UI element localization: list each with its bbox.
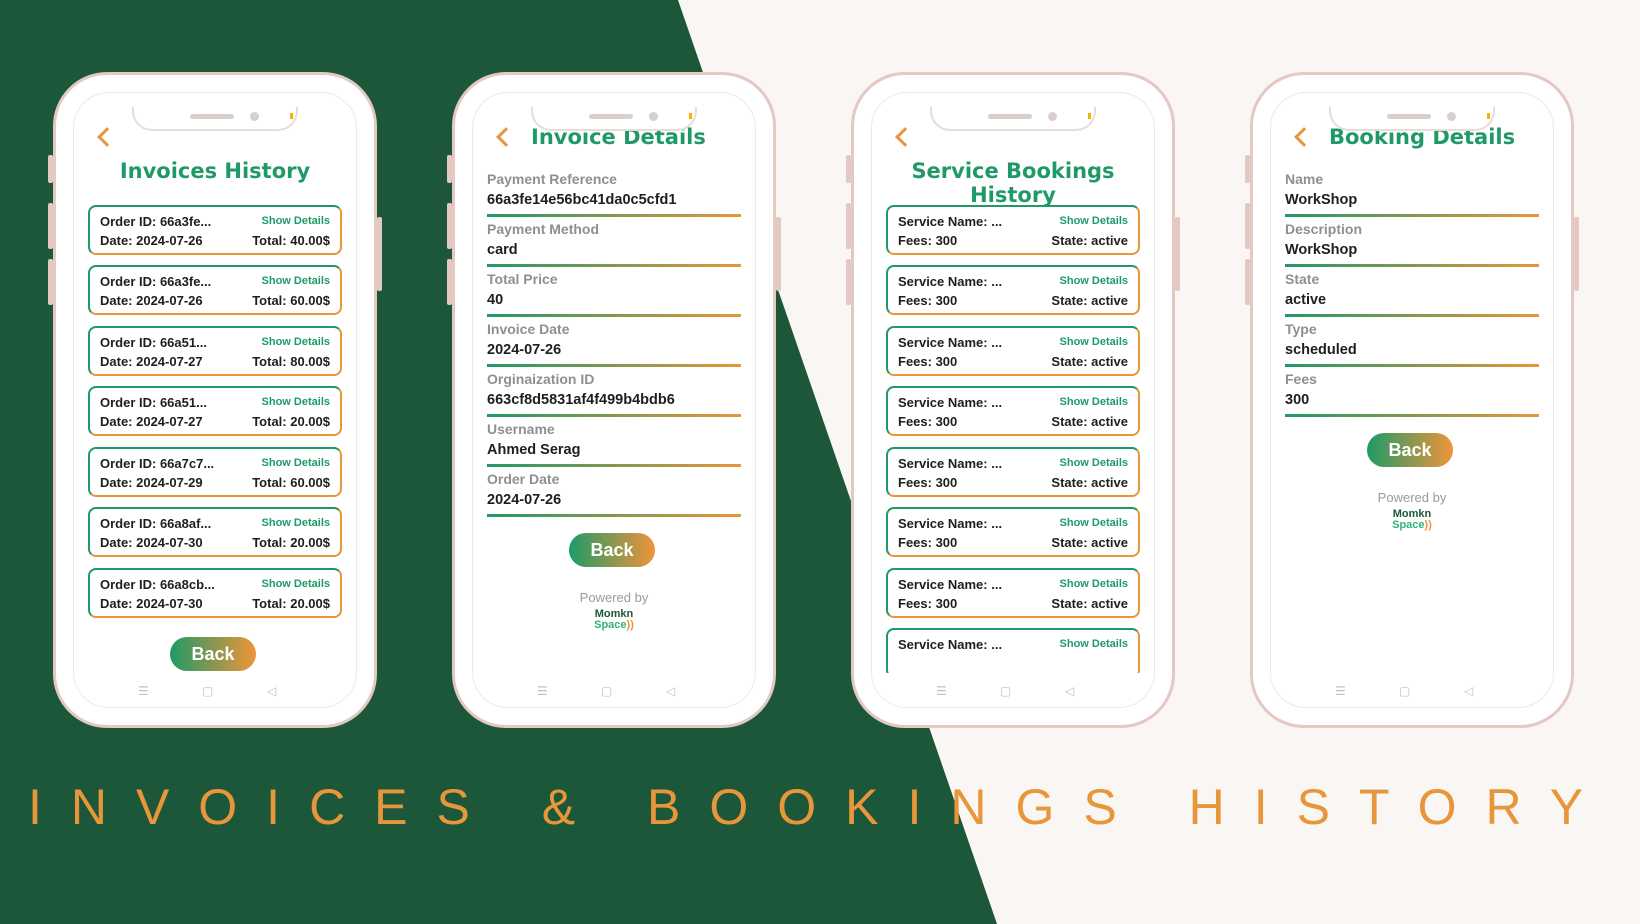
back-nav-icon[interactable]: ◁ bbox=[666, 685, 675, 697]
booking-card: Service Name: ... Show Details Fees: 300… bbox=[886, 205, 1140, 255]
system-nav-bar: ☰ ▢ ◁ bbox=[1271, 673, 1553, 707]
invoice-card: Order ID: 66a7c7... Show Details Date: 2… bbox=[88, 447, 342, 497]
booking-card: Service Name: ... Show Details bbox=[886, 628, 1140, 678]
invoice-card: Order ID: 66a8cb... Show Details Date: 2… bbox=[88, 568, 342, 618]
back-nav-icon[interactable]: ◁ bbox=[1464, 685, 1473, 697]
show-details-link[interactable]: Show Details bbox=[262, 336, 330, 348]
back-nav-icon[interactable]: ◁ bbox=[1065, 685, 1074, 697]
powered-by-text: Powered by bbox=[579, 590, 649, 605]
show-details-link[interactable]: Show Details bbox=[1060, 578, 1128, 590]
back-arrow-icon[interactable] bbox=[895, 127, 915, 147]
invoice-card: Order ID: 66a51... Show Details Date: 20… bbox=[88, 326, 342, 376]
menu-nav-icon[interactable]: ☰ bbox=[138, 685, 149, 697]
show-details-link[interactable]: Show Details bbox=[1060, 215, 1128, 227]
booking-card: Service Name: ... Show Details Fees: 300… bbox=[886, 568, 1140, 618]
page-title: Service Bookings History bbox=[911, 159, 1115, 207]
menu-nav-icon[interactable]: ☰ bbox=[537, 685, 548, 697]
invoice-card: Order ID: 66a3fe... Show Details Date: 2… bbox=[88, 205, 342, 255]
back-arrow-icon[interactable] bbox=[496, 127, 516, 147]
home-nav-icon[interactable]: ▢ bbox=[601, 685, 612, 697]
menu-nav-icon[interactable]: ☰ bbox=[1335, 685, 1346, 697]
phone-invoices-history: Invoices History Order ID: 66a3fe... Sho… bbox=[48, 72, 382, 728]
detail-field: Payment Method card bbox=[487, 221, 741, 269]
phone-booking-details: Booking Details Name WorkShop Descriptio… bbox=[1245, 72, 1579, 728]
invoice-card: Order ID: 66a8af... Show Details Date: 2… bbox=[88, 507, 342, 557]
invoice-card: Order ID: 66a3fe... Show Details Date: 2… bbox=[88, 265, 342, 315]
back-button[interactable]: Back bbox=[1367, 433, 1453, 467]
show-details-link[interactable]: Show Details bbox=[1060, 336, 1128, 348]
detail-field: State active bbox=[1285, 271, 1539, 319]
screen-invoices-history: Invoices History Order ID: 66a3fe... Sho… bbox=[73, 92, 357, 708]
detail-field: Invoice Date 2024-07-26 bbox=[487, 321, 741, 369]
system-nav-bar: ☰ ▢ ◁ bbox=[74, 673, 356, 707]
home-nav-icon[interactable]: ▢ bbox=[202, 685, 213, 697]
detail-field: Fees 300 bbox=[1285, 371, 1539, 419]
detail-field: Name WorkShop bbox=[1285, 171, 1539, 219]
show-details-link[interactable]: Show Details bbox=[262, 578, 330, 590]
back-arrow-icon[interactable] bbox=[1294, 127, 1314, 147]
show-details-link[interactable]: Show Details bbox=[1060, 517, 1128, 529]
screen-invoice-details: Invoice Details Payment Reference 66a3fe… bbox=[472, 92, 756, 708]
momkn-space-logo: Momkn Space)) bbox=[1392, 508, 1432, 531]
system-nav-bar: ☰ ▢ ◁ bbox=[473, 673, 755, 707]
detail-field: Payment Reference 66a3fe14e56bc41da0c5cf… bbox=[487, 171, 741, 219]
system-nav-bar: ☰ ▢ ◁ bbox=[872, 673, 1154, 707]
show-details-link[interactable]: Show Details bbox=[262, 457, 330, 469]
show-details-link[interactable]: Show Details bbox=[262, 275, 330, 287]
booking-card: Service Name: ... Show Details Fees: 300… bbox=[886, 326, 1140, 376]
show-details-link[interactable]: Show Details bbox=[1060, 396, 1128, 408]
show-details-link[interactable]: Show Details bbox=[262, 396, 330, 408]
detail-field: Order Date 2024-07-26 bbox=[487, 471, 741, 519]
booking-card: Service Name: ... Show Details Fees: 300… bbox=[886, 507, 1140, 557]
page-title: Invoices History bbox=[119, 159, 311, 183]
back-button[interactable]: Back bbox=[569, 533, 655, 567]
show-details-link[interactable]: Show Details bbox=[1060, 638, 1128, 650]
booking-card: Service Name: ... Show Details Fees: 300… bbox=[886, 265, 1140, 315]
show-details-link[interactable]: Show Details bbox=[262, 517, 330, 529]
back-nav-icon[interactable]: ◁ bbox=[267, 685, 276, 697]
show-details-link[interactable]: Show Details bbox=[262, 215, 330, 227]
back-button[interactable]: Back bbox=[170, 637, 256, 671]
detail-field: Orginaization ID 663cf8d5831af4f499b4bdb… bbox=[487, 371, 741, 419]
booking-card: Service Name: ... Show Details Fees: 300… bbox=[886, 447, 1140, 497]
show-details-link[interactable]: Show Details bbox=[1060, 275, 1128, 287]
powered-by-text: Powered by bbox=[1377, 490, 1447, 505]
booking-card: Service Name: ... Show Details Fees: 300… bbox=[886, 386, 1140, 436]
detail-field: Username Ahmed Serag bbox=[487, 421, 741, 469]
detail-field: Description WorkShop bbox=[1285, 221, 1539, 269]
back-arrow-icon[interactable] bbox=[97, 127, 117, 147]
home-nav-icon[interactable]: ▢ bbox=[1000, 685, 1011, 697]
phone-invoice-details: Invoice Details Payment Reference 66a3fe… bbox=[447, 72, 781, 728]
invoice-card: Order ID: 66a51... Show Details Date: 20… bbox=[88, 386, 342, 436]
show-details-link[interactable]: Show Details bbox=[1060, 457, 1128, 469]
detail-field: Type scheduled bbox=[1285, 321, 1539, 369]
momkn-space-logo: Momkn Space)) bbox=[594, 608, 634, 631]
screen-booking-details: Booking Details Name WorkShop Descriptio… bbox=[1270, 92, 1554, 708]
home-nav-icon[interactable]: ▢ bbox=[1399, 685, 1410, 697]
headline: INVOICES & BOOKINGS HISTORY bbox=[27, 779, 1613, 835]
screen-service-bookings: Service Bookings History Service Name: .… bbox=[871, 92, 1155, 708]
phone-service-bookings-history: Service Bookings History Service Name: .… bbox=[846, 72, 1180, 728]
detail-field: Total Price 40 bbox=[487, 271, 741, 319]
menu-nav-icon[interactable]: ☰ bbox=[936, 685, 947, 697]
